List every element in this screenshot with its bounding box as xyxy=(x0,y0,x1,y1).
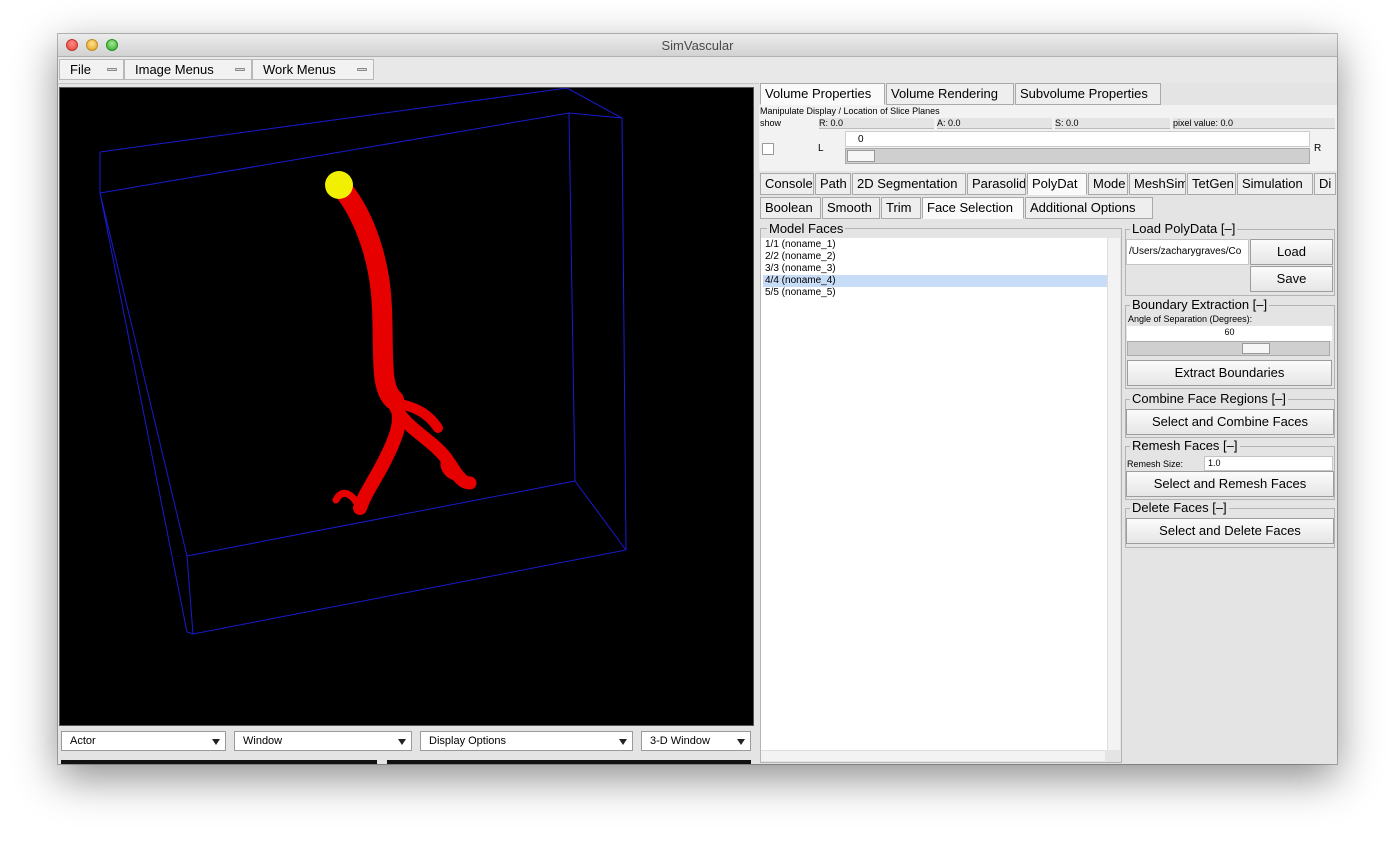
app-window: SimVascular File Image Menus Work Menus xyxy=(58,34,1337,764)
display-options-select[interactable]: Display Options xyxy=(420,731,633,751)
polydata-path-field[interactable]: /Users/zacharygraves/Co xyxy=(1126,239,1249,265)
file-menu-label: File xyxy=(70,62,91,77)
tab-additional-options[interactable]: Additional Options xyxy=(1025,197,1153,219)
slice-panel-heading: Manipulate Display / Location of Slice P… xyxy=(760,106,940,116)
horizontal-scrollbar[interactable] xyxy=(761,750,1105,761)
vessel-model xyxy=(325,171,477,515)
tab-trim[interactable]: Trim xyxy=(881,197,921,219)
list-item-selected[interactable]: 4/4 (noname_4) xyxy=(763,275,1110,287)
remesh-size-field[interactable]: 1.0 xyxy=(1204,456,1333,471)
display-options-select-value: Display Options xyxy=(429,735,507,747)
image-menus-label: Image Menus xyxy=(135,62,214,77)
a-coordinate: A: 0.0 xyxy=(937,118,1052,129)
pixel-value: pixel value: 0.0 xyxy=(1173,118,1335,129)
tab-face-selection[interactable]: Face Selection xyxy=(922,197,1024,219)
show-checkbox[interactable] xyxy=(762,143,774,155)
tab-subvolume-properties[interactable]: Subvolume Properties xyxy=(1015,83,1161,105)
path-endpoint-marker[interactable] xyxy=(325,171,353,199)
menu-bar: File Image Menus Work Menus xyxy=(58,57,1337,84)
actor-select[interactable]: Actor xyxy=(61,731,226,751)
tab-smooth[interactable]: Smooth xyxy=(822,197,880,219)
load-button[interactable]: Load xyxy=(1250,239,1333,265)
chevron-down-icon xyxy=(619,739,627,745)
work-menus-menu[interactable]: Work Menus xyxy=(252,59,374,80)
chevron-down-icon xyxy=(212,739,220,745)
delete-faces-button[interactable]: Select and Delete Faces xyxy=(1126,518,1334,544)
render-viewport[interactable] xyxy=(59,87,754,726)
viewer-slice-strip xyxy=(61,760,377,764)
window-3d-select-value: 3-D Window xyxy=(650,735,710,747)
save-button[interactable]: Save xyxy=(1250,266,1333,292)
window-title: SimVascular xyxy=(661,38,734,53)
work-menus-label: Work Menus xyxy=(263,62,336,77)
slider-thumb[interactable] xyxy=(847,150,875,162)
model-render xyxy=(99,87,627,635)
s-coordinate: S: 0.0 xyxy=(1055,118,1170,129)
chevron-down-icon xyxy=(398,739,406,745)
list-item[interactable]: 3/3 (noname_3) xyxy=(763,263,1110,275)
list-item[interactable]: 5/5 (noname_5) xyxy=(763,287,1110,299)
actor-select-value: Actor xyxy=(70,735,96,747)
tab-volume-properties[interactable]: Volume Properties xyxy=(760,83,885,105)
window-3d-select[interactable]: 3-D Window xyxy=(641,731,751,751)
chevron-down-icon xyxy=(737,739,745,745)
list-item[interactable]: 2/2 (noname_2) xyxy=(763,251,1110,263)
delete-faces-title[interactable]: Delete Faces [–] xyxy=(1130,500,1229,515)
tab-simulation[interactable]: Simulation xyxy=(1237,173,1313,195)
model-faces-list[interactable]: 1/1 (noname_1) 2/2 (noname_2) 3/3 (nonam… xyxy=(761,238,1120,750)
right-label: R xyxy=(1314,143,1322,154)
left-label: L xyxy=(818,143,824,154)
control-panel: Volume Properties Volume Rendering Subvo… xyxy=(759,83,1337,764)
title-bar: SimVascular xyxy=(58,34,1337,57)
menu-indicator-icon xyxy=(235,68,245,71)
tab-2d-segmentation[interactable]: 2D Segmentation xyxy=(852,173,966,195)
list-item[interactable]: 1/1 (noname_1) xyxy=(763,239,1110,251)
slice-slider[interactable] xyxy=(845,148,1310,164)
menu-indicator-icon xyxy=(107,68,117,71)
vertical-scrollbar[interactable] xyxy=(1107,238,1120,750)
menu-indicator-icon xyxy=(357,68,367,71)
combine-faces-button[interactable]: Select and Combine Faces xyxy=(1126,409,1334,435)
boundary-extraction-title[interactable]: Boundary Extraction [–] xyxy=(1130,297,1270,312)
slice-plane-panel: Manipulate Display / Location of Slice P… xyxy=(759,105,1337,171)
tab-more[interactable]: Di xyxy=(1314,173,1336,195)
tab-parasolid[interactable]: Parasolid xyxy=(967,173,1026,195)
tab-polydata[interactable]: PolyDat xyxy=(1027,173,1087,195)
tab-meshsim[interactable]: MeshSim xyxy=(1129,173,1186,195)
tab-path[interactable]: Path xyxy=(815,173,851,195)
image-menus-menu[interactable]: Image Menus xyxy=(124,59,252,80)
slice-value: 0 xyxy=(845,131,1310,147)
show-label: show xyxy=(760,118,782,128)
window-select[interactable]: Window xyxy=(234,731,412,751)
tab-boolean[interactable]: Boolean xyxy=(760,197,821,219)
tab-model[interactable]: Mode xyxy=(1088,173,1128,195)
extract-boundaries-button[interactable]: Extract Boundaries xyxy=(1127,360,1332,386)
remesh-faces-title[interactable]: Remesh Faces [–] xyxy=(1130,438,1240,453)
tab-tetgen[interactable]: TetGen xyxy=(1187,173,1236,195)
combine-faces-title[interactable]: Combine Face Regions [–] xyxy=(1130,391,1288,406)
bounding-box xyxy=(99,87,627,635)
viewer-slice-strip xyxy=(387,760,751,764)
file-menu[interactable]: File xyxy=(59,59,124,80)
load-polydata-title[interactable]: Load PolyData [–] xyxy=(1130,221,1238,236)
remesh-size-label: Remesh Size: xyxy=(1127,459,1184,469)
angle-slider[interactable] xyxy=(1127,341,1330,356)
slider-thumb[interactable] xyxy=(1242,343,1270,354)
angle-value: 60 xyxy=(1127,326,1332,341)
window-select-value: Window xyxy=(243,735,283,747)
model-faces-title: Model Faces xyxy=(767,221,846,236)
tab-volume-rendering[interactable]: Volume Rendering xyxy=(886,83,1014,105)
r-coordinate: R: 0.0 xyxy=(819,118,934,129)
angle-label: Angle of Separation (Degrees): xyxy=(1128,314,1253,324)
tab-console[interactable]: Console xyxy=(760,173,814,195)
remesh-faces-button[interactable]: Select and Remesh Faces xyxy=(1126,471,1334,497)
